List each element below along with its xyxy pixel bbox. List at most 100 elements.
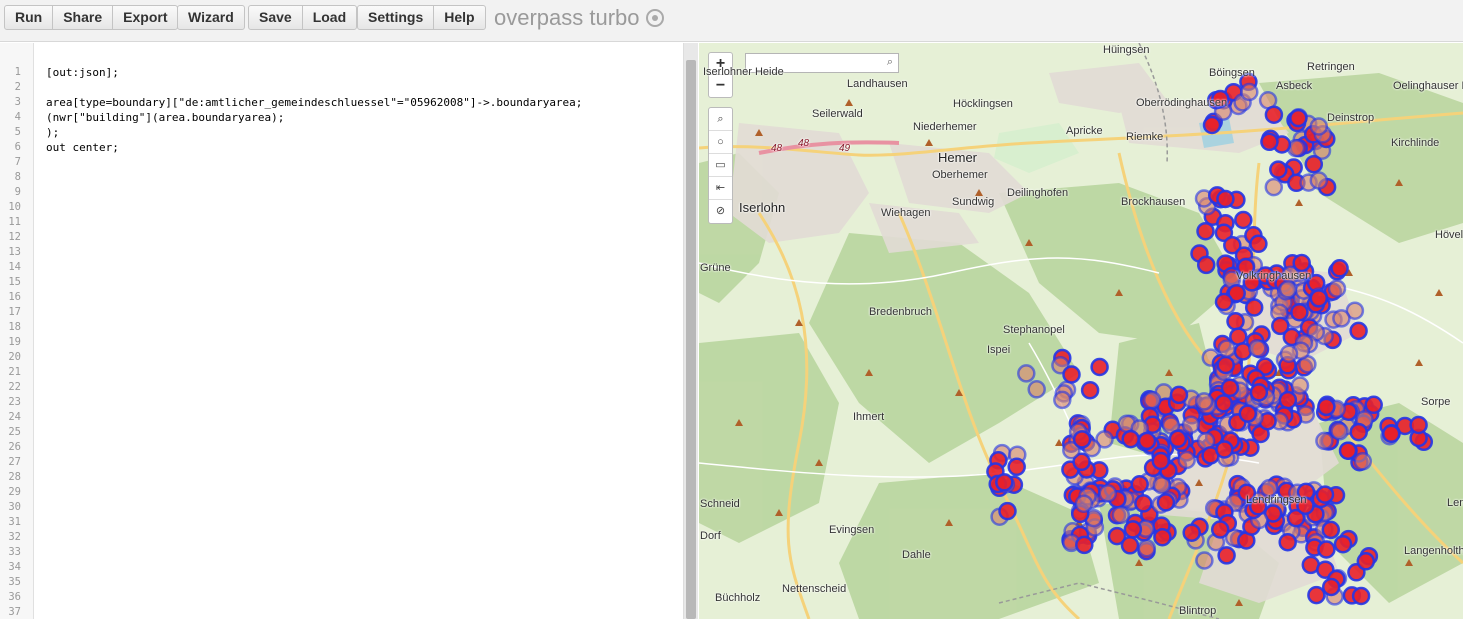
building-marker[interactable] (1217, 339, 1236, 358)
building-marker[interactable] (1327, 279, 1347, 298)
building-marker[interactable] (998, 501, 1017, 521)
building-marker[interactable] (1142, 390, 1162, 410)
building-marker[interactable] (1353, 452, 1373, 471)
building-marker[interactable] (1381, 424, 1401, 444)
building-marker[interactable] (1217, 546, 1236, 565)
building-marker[interactable] (1072, 430, 1092, 449)
building-marker[interactable] (1074, 494, 1094, 513)
building-marker[interactable] (1244, 298, 1264, 317)
building-marker[interactable] (1238, 404, 1258, 423)
building-marker[interactable] (1292, 253, 1311, 273)
building-marker[interactable] (1315, 431, 1334, 451)
building-marker[interactable] (1304, 154, 1324, 174)
building-marker[interactable] (995, 473, 1014, 492)
building-marker[interactable] (1240, 82, 1259, 102)
building-marker[interactable] (1409, 415, 1428, 435)
building-marker[interactable] (1027, 380, 1046, 399)
building-marker[interactable] (1330, 422, 1349, 441)
building-marker[interactable] (1137, 538, 1156, 558)
search-location-icon[interactable]: ⌕ (709, 108, 732, 131)
building-marker[interactable] (1278, 532, 1297, 552)
no-data-icon[interactable]: ⊘ (709, 200, 732, 223)
building-marker[interactable] (1309, 289, 1329, 308)
building-marker[interactable] (1080, 380, 1100, 400)
building-marker[interactable] (1215, 440, 1234, 459)
building-marker[interactable] (1214, 394, 1233, 413)
building-marker[interactable] (1349, 422, 1368, 442)
building-marker[interactable] (1195, 551, 1214, 570)
building-marker[interactable] (1317, 397, 1336, 417)
building-marker[interactable] (1290, 376, 1310, 395)
building-marker[interactable] (1123, 520, 1143, 539)
building-marker[interactable] (1007, 457, 1026, 477)
building-marker[interactable] (1309, 117, 1329, 136)
building-marker[interactable] (1194, 392, 1214, 411)
building-marker[interactable] (1321, 577, 1341, 597)
building-marker[interactable] (1249, 234, 1268, 254)
building-marker[interactable] (1351, 586, 1371, 606)
building-marker[interactable] (1321, 520, 1341, 540)
building-marker[interactable] (1130, 475, 1149, 494)
building-marker[interactable] (1309, 171, 1329, 190)
building-marker[interactable] (1269, 160, 1288, 179)
settings-button[interactable]: Settings (358, 6, 435, 29)
building-marker[interactable] (1290, 302, 1309, 322)
building-marker[interactable] (1356, 552, 1376, 571)
building-marker[interactable] (1196, 255, 1216, 275)
building-marker[interactable] (1289, 108, 1308, 128)
building-marker[interactable] (1210, 520, 1230, 539)
building-marker[interactable] (1053, 390, 1072, 410)
building-marker[interactable] (1120, 536, 1140, 555)
building-marker[interactable] (1090, 357, 1109, 377)
editor-scrollbar[interactable] (686, 60, 696, 619)
export-button[interactable]: Export (113, 6, 177, 29)
building-marker[interactable] (1264, 105, 1284, 124)
image-icon[interactable]: ▭ (709, 154, 732, 177)
building-marker[interactable] (1075, 535, 1094, 555)
building-marker[interactable] (1168, 429, 1188, 449)
building-marker[interactable] (1214, 292, 1234, 312)
building-marker[interactable] (1315, 485, 1335, 504)
building-marker[interactable] (1156, 493, 1176, 512)
building-marker[interactable] (1364, 395, 1383, 415)
building-marker[interactable] (1338, 441, 1358, 460)
code-editor[interactable]: 1 2 3 4 5 6 7 8 9 10 11 12 13 14 15 16 17 18 19 20 21 22 23 24 2… (0, 43, 683, 619)
locate-icon[interactable]: ○ (709, 131, 732, 154)
building-marker[interactable] (1098, 484, 1118, 503)
building-marker[interactable] (1271, 316, 1290, 336)
building-marker[interactable] (1330, 259, 1349, 278)
building-marker[interactable] (1307, 585, 1326, 605)
building-marker[interactable] (1177, 450, 1196, 470)
building-marker[interactable] (1317, 540, 1336, 559)
fullscreen-icon[interactable]: ⇤ (709, 177, 732, 200)
building-marker[interactable] (1151, 451, 1171, 471)
building-marker[interactable] (1137, 431, 1157, 451)
building-marker[interactable] (1332, 309, 1351, 328)
building-marker[interactable] (1169, 385, 1189, 405)
building-marker[interactable] (1220, 378, 1240, 398)
building-marker[interactable] (1182, 523, 1201, 542)
building-marker[interactable] (1111, 505, 1131, 525)
building-marker[interactable] (1153, 527, 1172, 547)
building-marker[interactable] (1260, 132, 1279, 152)
building-marker[interactable] (1181, 415, 1201, 434)
building-marker[interactable] (1196, 221, 1215, 241)
wizard-button[interactable]: Wizard (178, 6, 244, 29)
building-marker[interactable] (1234, 210, 1253, 230)
building-marker[interactable] (1349, 321, 1368, 341)
building-marker[interactable] (1278, 280, 1298, 299)
save-button[interactable]: Save (249, 6, 303, 29)
building-marker[interactable] (1278, 390, 1298, 410)
run-button[interactable]: Run (5, 6, 54, 29)
building-marker[interactable] (1333, 534, 1353, 554)
building-marker[interactable] (1216, 189, 1235, 209)
building-marker[interactable] (1017, 364, 1036, 383)
building-marker[interactable] (1202, 115, 1222, 135)
building-marker[interactable] (1062, 365, 1081, 384)
load-button[interactable]: Load (303, 6, 356, 29)
building-marker[interactable] (1249, 383, 1269, 402)
building-marker[interactable] (1279, 344, 1299, 363)
building-marker[interactable] (1226, 312, 1245, 331)
building-marker[interactable] (1121, 429, 1140, 449)
zoom-out-button[interactable]: − (709, 75, 732, 97)
